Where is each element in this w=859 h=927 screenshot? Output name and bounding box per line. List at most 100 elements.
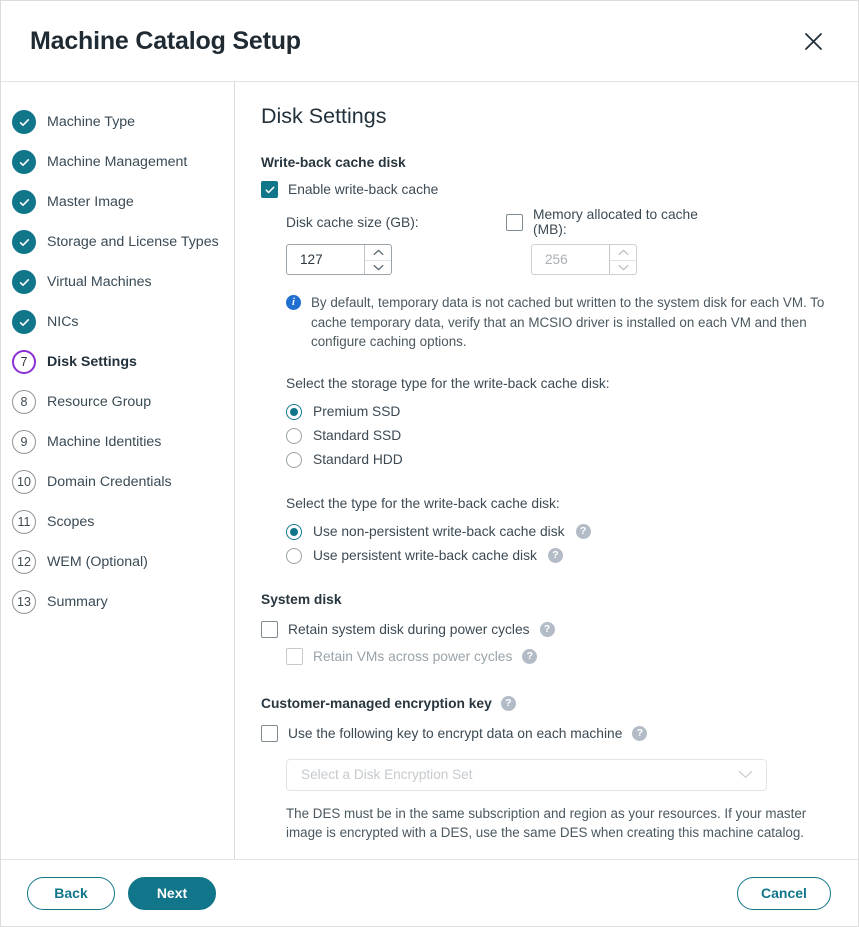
sidebar-step-nics[interactable]: NICs [1,302,234,342]
retain-system-disk-label: Retain system disk during power cycles [288,622,530,637]
sidebar-step-label: Master Image [47,194,134,210]
retain-vms-label: Retain VMs across power cycles [313,649,513,664]
step-number: 12 [12,550,36,574]
sidebar-step-label: Domain Credentials [47,474,172,490]
sidebar-step-label: Machine Identities [47,434,162,450]
sidebar-step-machine-management[interactable]: Machine Management [1,142,234,182]
back-button[interactable]: Back [27,876,115,910]
sidebar-step-label: Machine Type [47,114,136,130]
radio-button [286,403,302,420]
sidebar-step-disk-settings[interactable]: 7 Disk Settings [1,342,234,382]
chevron-up-icon[interactable] [610,245,636,260]
radio-standard-hdd[interactable]: Standard HDD [286,448,834,472]
chevron-down-icon[interactable] [610,259,636,275]
memory-allocated-label: Memory allocated to cache (MB): [533,207,698,237]
sidebar-step-scopes[interactable]: 11 Scopes [1,502,234,542]
sidebar-step-master-image[interactable]: Master Image [1,182,234,222]
wizard-steps-sidebar: Machine Type Machine Management Master I… [1,82,235,859]
sidebar-step-machine-type[interactable]: Machine Type [1,102,234,142]
retain-system-disk-checkbox[interactable]: Retain system disk during power cycles ? [261,618,834,642]
retain-vms-checkbox[interactable]: Retain VMs across power cycles ? [286,642,834,672]
help-icon[interactable]: ? [539,622,555,637]
step-check-icon [12,110,36,134]
sidebar-step-label: WEM (Optional) [47,554,148,570]
radio-premium-ssd[interactable]: Premium SSD [286,400,834,424]
encryption-key-heading-row: Customer-managed encryption key ? [261,695,834,711]
checkbox-box [261,725,278,742]
writeback-cache-heading: Write-back cache disk [261,155,406,170]
step-number: 8 [12,390,36,414]
storage-type-prompt: Select the storage type for the write-ba… [286,375,610,391]
memory-allocated-value[interactable]: 256 [532,245,609,274]
step-check-icon [12,190,36,214]
cache-info-note-text: By default, temporary data is not cached… [311,295,825,349]
checkbox-box [261,621,278,638]
step-number: 7 [12,350,36,374]
radio-label: Use non-persistent write-back cache disk [313,524,565,539]
disk-cache-size-field: Disk cache size (GB): 127 [286,212,506,275]
chevron-down-icon [738,770,753,779]
step-number: 9 [12,430,36,454]
machine-catalog-setup-dialog: Machine Catalog Setup Machine Type Machi… [0,0,859,927]
use-encryption-key-label: Use the following key to encrypt data on… [288,726,623,741]
dialog-footer: Back Next Cancel [1,860,858,926]
sidebar-step-label: Virtual Machines [47,274,152,290]
page-title: Disk Settings [261,104,387,128]
step-number: 11 [12,510,36,534]
cache-info-note: i By default, temporary data is not cach… [286,293,834,352]
sidebar-step-label: Disk Settings [47,354,137,370]
system-disk-heading: System disk [261,591,342,607]
sidebar-step-storage-and-license-types[interactable]: Storage and License Types [1,222,234,262]
disk-cache-size-stepper[interactable]: 127 [286,244,392,275]
help-icon[interactable]: ? [632,726,648,741]
dialog-body: Machine Type Machine Management Master I… [1,82,858,860]
disk-cache-size-label: Disk cache size (GB): [286,214,419,230]
sidebar-step-resource-group[interactable]: 8 Resource Group [1,382,234,422]
use-encryption-key-checkbox[interactable]: Use the following key to encrypt data on… [261,722,834,746]
radio-button [286,427,302,444]
system-disk-group: System disk Retain system disk during po… [261,592,834,672]
sidebar-step-summary[interactable]: 13 Summary [1,582,234,622]
chevron-down-icon[interactable] [365,259,391,275]
sidebar-step-label: Scopes [47,514,95,530]
encryption-helper-text: The DES must be in the same subscription… [286,805,807,841]
memory-allocated-stepper[interactable]: 256 [531,244,637,275]
sidebar-step-label: NICs [47,314,79,330]
radio-label: Standard HDD [313,452,403,467]
radio-persistent-cache-disk[interactable]: Use persistent write-back cache disk ? [286,544,834,568]
chevron-up-icon[interactable] [365,245,391,260]
encryption-key-group: Customer-managed encryption key ? Use th… [261,695,834,843]
help-icon[interactable]: ? [547,548,563,563]
radio-button [286,547,302,564]
memory-allocated-checkbox[interactable] [506,213,523,231]
help-icon[interactable]: ? [500,695,516,711]
stepper-buttons [609,245,636,274]
memory-allocated-field: Memory allocated to cache (MB): 256 [506,207,726,275]
step-number: 10 [12,470,36,494]
sidebar-step-domain-credentials[interactable]: 10 Domain Credentials [1,462,234,502]
step-check-icon [12,150,36,174]
sidebar-step-wem-optional[interactable]: 12 WEM (Optional) [1,542,234,582]
sidebar-step-virtual-machines[interactable]: Virtual Machines [1,262,234,302]
radio-label: Use persistent write-back cache disk [313,548,537,563]
step-check-icon [12,270,36,294]
radio-standard-ssd[interactable]: Standard SSD [286,424,834,448]
close-icon[interactable] [796,24,830,58]
help-icon[interactable]: ? [522,649,538,664]
info-icon: i [286,295,301,310]
disk-cache-size-value[interactable]: 127 [287,245,364,274]
next-button[interactable]: Next [128,876,216,910]
radio-label: Standard SSD [313,428,402,443]
cancel-button[interactable]: Cancel [737,876,831,910]
help-icon[interactable]: ? [575,524,591,539]
disk-encryption-set-placeholder: Select a Disk Encryption Set [301,767,473,782]
disk-encryption-set-select[interactable]: Select a Disk Encryption Set [286,758,767,791]
radio-non-persistent-cache-disk[interactable]: Use non-persistent write-back cache disk… [286,520,834,544]
checkbox-box [261,181,278,198]
enable-write-back-cache-checkbox[interactable]: Enable write-back cache [261,181,834,198]
sidebar-step-label: Resource Group [47,394,152,410]
checkbox-box [286,648,303,665]
dialog-header: Machine Catalog Setup [1,1,858,82]
sidebar-step-machine-identities[interactable]: 9 Machine Identities [1,422,234,462]
cache-type-group: Select the type for the write-back cache… [286,496,834,568]
